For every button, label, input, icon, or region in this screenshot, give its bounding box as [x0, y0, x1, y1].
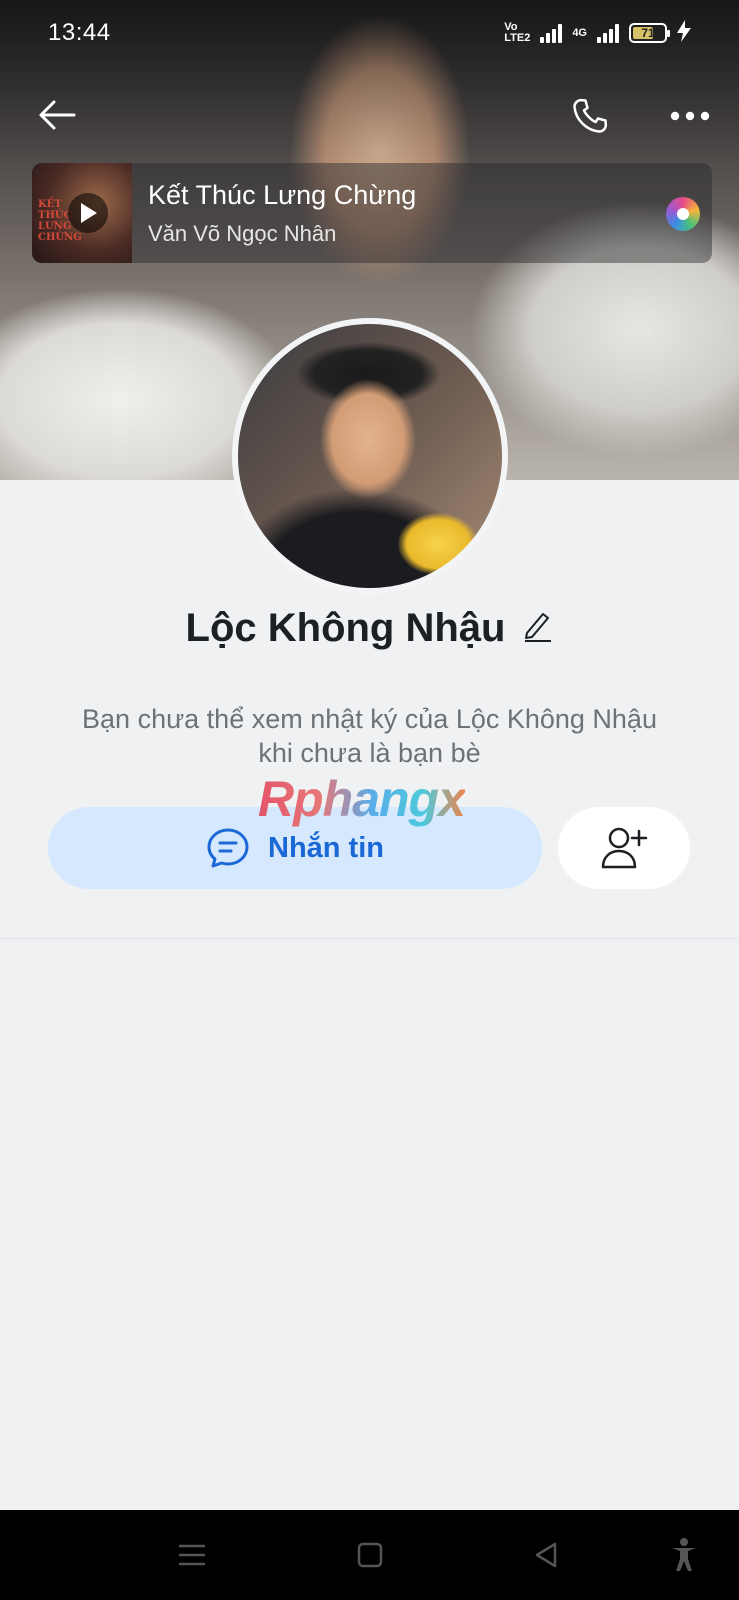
section-divider	[0, 938, 739, 939]
arrow-left-icon	[39, 100, 76, 130]
privacy-note: Bạn chưa thể xem nhật ký của Lộc Không N…	[40, 702, 699, 770]
profile-name: Lộc Không Nhậu	[185, 605, 506, 650]
privacy-note-line1: Bạn chưa thể xem nhật ký của Lộc Không N…	[82, 704, 657, 734]
play-icon	[81, 203, 97, 223]
music-title: Kết Thúc Lưng Chừng	[148, 179, 417, 210]
status-bar: 13:44 Vo LTE2 4G 71	[0, 0, 739, 66]
profile-music-card[interactable]: KẾT THÚC LƯNG CHỪNG Kết Thúc Lưng Chừng …	[32, 163, 712, 263]
chat-bubble-icon	[207, 828, 249, 868]
accessibility-icon	[672, 1538, 696, 1571]
call-button[interactable]	[566, 92, 614, 140]
system-nav-bar	[0, 1510, 739, 1600]
music-artist: Văn Võ Ngọc Nhân	[148, 220, 337, 246]
album-art: KẾT THÚC LƯNG CHỪNG	[32, 163, 132, 263]
menu-icon	[178, 1544, 206, 1566]
phone-icon	[573, 98, 608, 133]
signal-icon-2	[597, 23, 619, 43]
profile-name-row: Lộc Không Nhậu	[0, 598, 739, 658]
signal-icon	[540, 23, 563, 43]
more-horizontal-icon	[670, 111, 710, 121]
status-time: 13:44	[48, 19, 111, 46]
battery-text: 71	[641, 26, 655, 40]
pencil-icon	[525, 612, 552, 642]
profile-screen: 13:44 Vo LTE2 4G 71 KẾT THÚC LƯNG CHỪNG …	[0, 0, 739, 1600]
watermark-logo: Rphangx	[258, 771, 466, 827]
network-type: 4G	[572, 26, 587, 39]
triangle-back-icon	[535, 1542, 557, 1568]
play-button[interactable]	[68, 193, 108, 233]
music-disc-icon[interactable]	[666, 197, 700, 231]
square-home-icon	[357, 1542, 383, 1568]
message-button-label: Nhắn tin	[268, 831, 384, 864]
privacy-note-line2: khi chưa là bạn bè	[258, 738, 481, 768]
status-icons: Vo LTE2 4G 71	[504, 19, 691, 47]
home-button[interactable]	[348, 1535, 392, 1575]
battery-icon: 71	[629, 23, 670, 43]
music-info: Kết Thúc Lưng Chừng Văn Võ Ngọc Nhân	[148, 180, 416, 247]
volte-indicator: Vo LTE2	[504, 21, 531, 44]
more-button[interactable]	[666, 96, 714, 136]
edit-name-button[interactable]	[523, 610, 553, 647]
charging-icon	[677, 19, 691, 47]
add-friend-button[interactable]	[558, 807, 690, 889]
accessibility-button[interactable]	[662, 1532, 706, 1578]
system-back-button[interactable]	[524, 1535, 568, 1575]
back-button[interactable]	[34, 92, 80, 138]
recent-apps-button[interactable]	[170, 1535, 214, 1575]
profile-avatar[interactable]	[232, 318, 508, 594]
user-plus-icon	[601, 827, 648, 869]
